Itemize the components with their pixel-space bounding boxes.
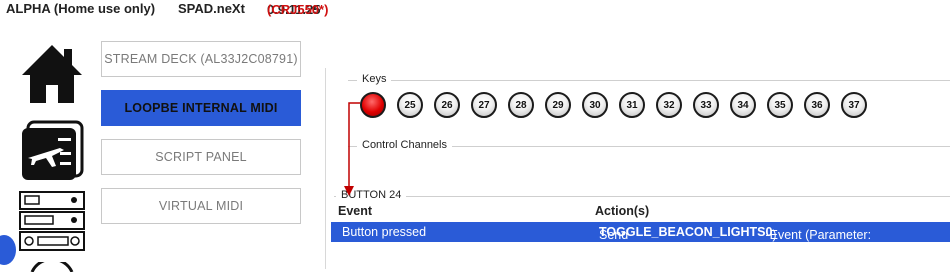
button-group-title: BUTTON 24 <box>336 189 407 201</box>
key-36[interactable]: 36 <box>804 92 830 118</box>
key-33[interactable]: 33 <box>693 92 719 118</box>
key-27[interactable]: 27 <box>471 92 497 118</box>
event-table-header: Event Action(s) <box>331 203 950 221</box>
event-name: Button pressed <box>342 225 427 239</box>
key-31[interactable]: 31 <box>619 92 645 118</box>
device-button-virtual-midi[interactable]: VIRTUAL MIDI <box>101 188 301 224</box>
key-26[interactable]: 26 <box>434 92 460 118</box>
key-30[interactable]: 30 <box>582 92 608 118</box>
home-icon[interactable] <box>20 43 84 105</box>
key-34[interactable]: 34 <box>730 92 756 118</box>
event-column-header: Event <box>338 204 373 218</box>
key-37[interactable]: 37 <box>841 92 867 118</box>
product-name: SPAD.neXt <box>178 1 245 16</box>
key-25[interactable]: 25 <box>397 92 423 118</box>
build-label: (CRJ550*) <box>267 2 329 17</box>
device-button-stream-deck[interactable]: STREAM DECK (AL33J2C08791) <box>101 41 301 77</box>
control-channels-title: Control Channels <box>357 139 452 151</box>
actions-column-header: Action(s) <box>595 204 650 218</box>
device-button-loopbe-internal-midi[interactable]: LOOPBE INTERNAL MIDI <box>101 90 301 126</box>
device-rack-icon[interactable] <box>18 190 86 252</box>
keys-group-title: Keys <box>357 73 392 85</box>
dial-icon[interactable] <box>28 262 76 272</box>
button-group <box>334 196 950 197</box>
title-bar: ALPHA (Home use only) SPAD.neXt 0.9.11.2… <box>0 0 950 20</box>
device-button-script-panel[interactable]: SCRIPT PANEL <box>101 139 301 175</box>
event-row[interactable]: Button pressed Send TOGGLE_BEACON_LIGHTS… <box>331 222 950 242</box>
app-title: ALPHA (Home use only) <box>6 1 156 16</box>
left-navigation <box>0 30 95 272</box>
flight-plan-icon[interactable] <box>20 120 84 182</box>
key-24[interactable] <box>360 92 386 118</box>
keys-group <box>348 80 950 81</box>
panel-divider <box>325 68 326 269</box>
key-29[interactable]: 29 <box>545 92 571 118</box>
event-action: Send TOGGLE_BEACON_LIGHTS -Event (Paramet… <box>599 225 872 242</box>
key-35[interactable]: 35 <box>767 92 793 118</box>
key-32[interactable]: 32 <box>656 92 682 118</box>
status-indicator <box>0 235 16 265</box>
key-28[interactable]: 28 <box>508 92 534 118</box>
